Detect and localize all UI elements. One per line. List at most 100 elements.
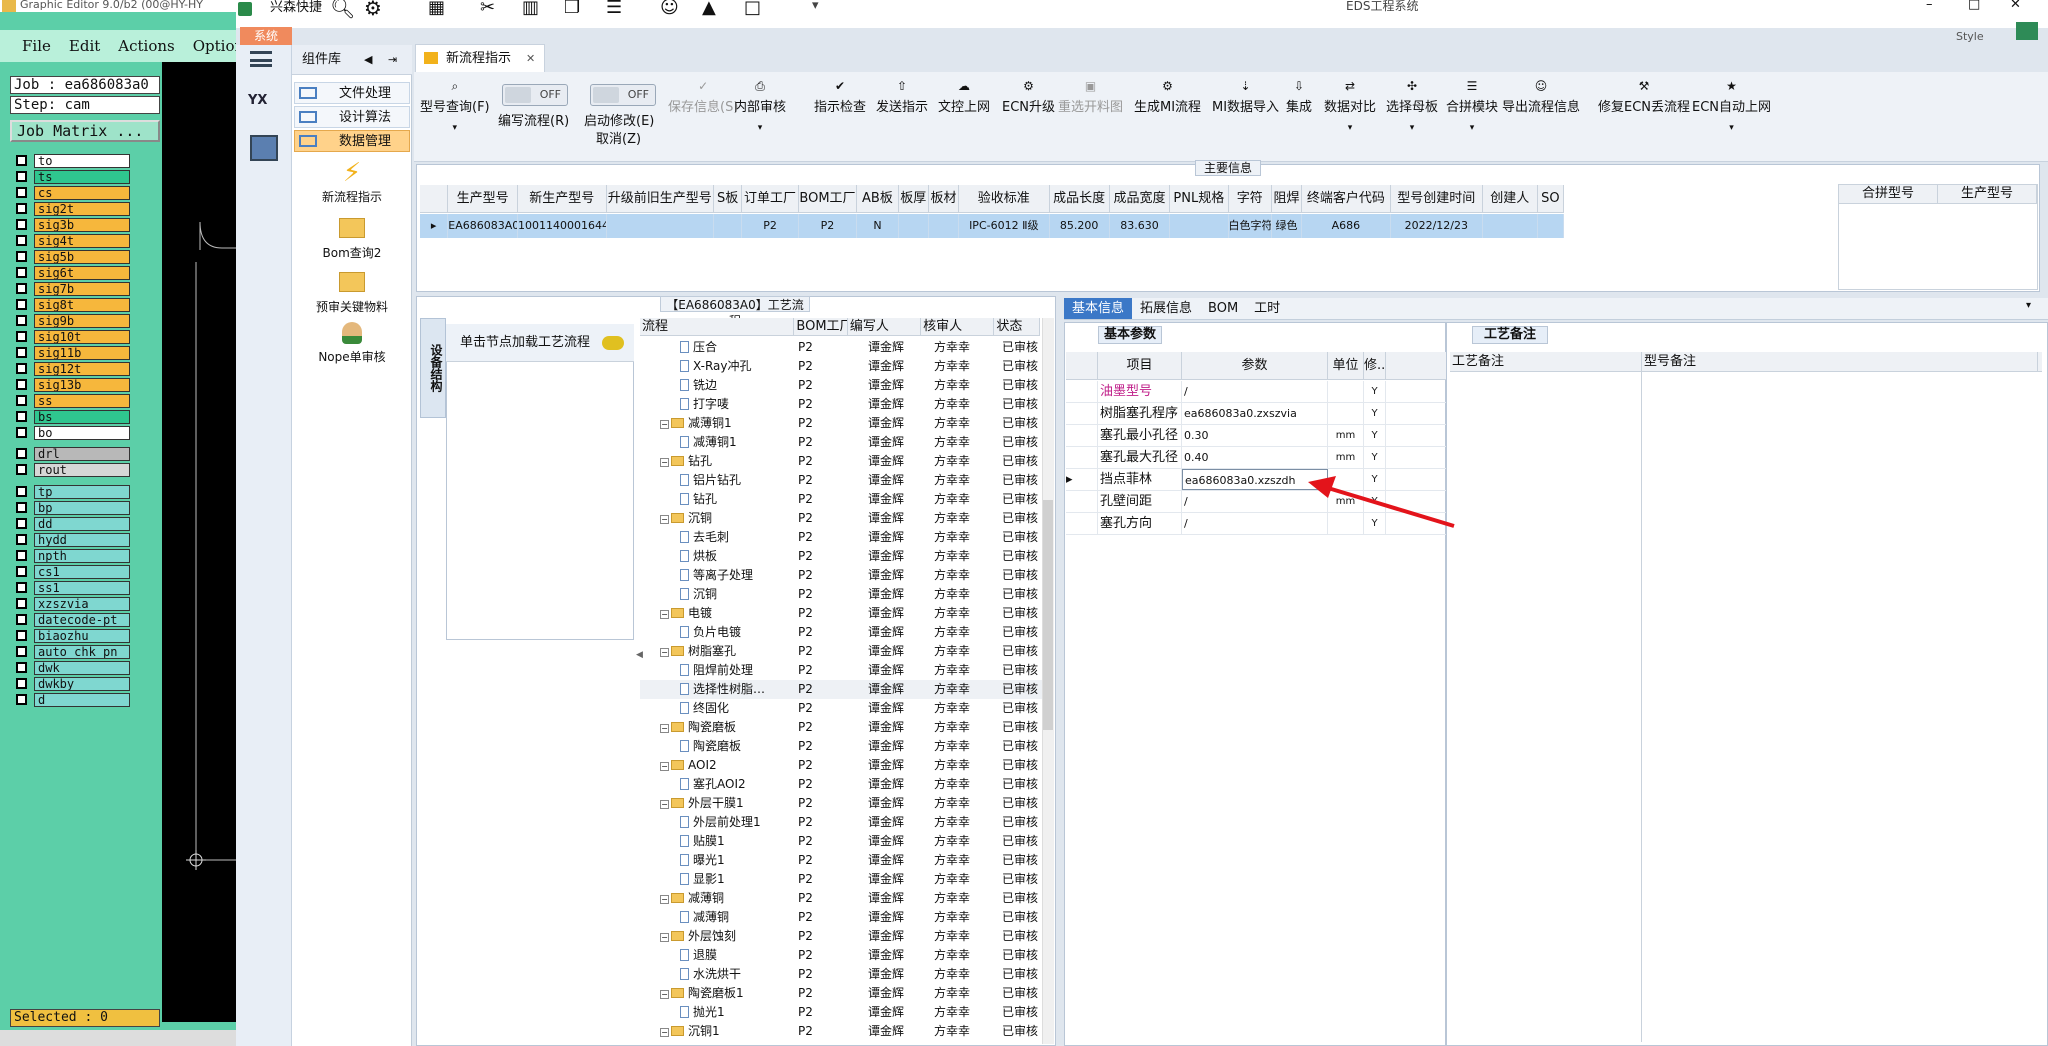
tree-column-header[interactable]: 编写人 [848, 318, 922, 335]
layer-row[interactable]: sig10t [16, 329, 130, 344]
layer-row[interactable]: dd [16, 516, 130, 531]
tree-row[interactable]: 陶瓷磨板 P2 谭金辉 方幸幸 已审核 [640, 737, 1044, 756]
info-tab-dropdown-icon[interactable]: ▾ [2026, 300, 2031, 311]
tree-row[interactable]: 压合 P2 谭金辉 方幸幸 已审核 [640, 338, 1044, 357]
repair-ecn-flow-button[interactable]: ⚒ 修复ECN丢流程 [1598, 80, 1690, 115]
search-icon[interactable]: 🔍︎ [330, 0, 355, 18]
grid-cell[interactable]: P2 [799, 214, 858, 238]
layer-checkbox[interactable] [16, 235, 27, 246]
layer-checkbox[interactable] [16, 267, 27, 278]
reselect-cut-map-button[interactable]: ▣ 重选开料图 [1058, 80, 1123, 115]
layer-name[interactable]: sig12t [34, 361, 130, 376]
tab-new-flow[interactable]: 新流程指示 ✕ [415, 44, 545, 72]
tree-column-header[interactable]: BOM工厂 [794, 318, 848, 335]
grid-cell[interactable]: 绿色 [1272, 214, 1303, 238]
layer-checkbox[interactable] [16, 448, 27, 459]
tree-node[interactable]: 减薄铜1 [640, 433, 796, 452]
tree-row[interactable]: 打字唛 P2 谭金辉 方幸幸 已审核 [640, 395, 1044, 414]
craft-note-column[interactable] [1450, 372, 1642, 1042]
layer-row[interactable]: sig9b [16, 313, 130, 328]
layer-checkbox[interactable] [16, 219, 27, 230]
tree-row[interactable]: 曝光1 P2 谭金辉 方幸幸 已审核 [640, 851, 1044, 870]
tree-row[interactable]: 显影1 P2 谭金辉 方幸幸 已审核 [640, 870, 1044, 889]
param-cell-value[interactable]: 0.30 [1182, 425, 1328, 446]
layer-name[interactable]: sig2t [34, 201, 130, 216]
tree-node[interactable]: − AOI2 [640, 756, 796, 775]
tree-node[interactable]: − 外层干膜1 [640, 794, 796, 813]
layer-name[interactable]: bo [34, 425, 130, 440]
grid-column-header[interactable]: 阻焊 [1272, 185, 1303, 212]
layer-name[interactable]: xzszvia [34, 596, 130, 611]
ecn-auto-online-button[interactable]: ★ ECN自动上网 ▾ [1692, 80, 1771, 133]
layer-name[interactable]: d [34, 692, 130, 707]
layer-row[interactable]: sig2t [16, 201, 130, 216]
layer-name[interactable]: biaozhu [34, 628, 130, 643]
layer-name[interactable]: auto_chk_pn [34, 644, 130, 659]
grid-column-header[interactable]: 成品宽度 [1110, 185, 1171, 212]
layer-checkbox[interactable] [16, 678, 27, 689]
grid-cell[interactable] [1483, 214, 1538, 238]
grid-cell[interactable]: N [857, 214, 899, 238]
excel-icon[interactable] [2016, 22, 2038, 40]
graphic-canvas[interactable] [162, 62, 236, 1022]
copy-icon[interactable]: ❐ [564, 0, 580, 17]
tree-node[interactable]: − 陶瓷磨板 [640, 718, 796, 737]
grid-column-header[interactable]: PNL规格 [1170, 185, 1229, 212]
tree-row[interactable]: − AOI2 P2 谭金辉 方幸幸 已审核 [640, 756, 1044, 775]
collapse-icon[interactable]: − [660, 610, 669, 619]
tree-node[interactable]: 抛光1 [640, 1003, 796, 1022]
tree-row[interactable]: 水洗烘干 P2 谭金辉 方幸幸 已审核 [640, 965, 1044, 984]
layer-checkbox[interactable] [16, 315, 27, 326]
layer-row[interactable]: dwk [16, 660, 130, 675]
tree-node[interactable]: 等离子处理 [640, 566, 796, 585]
save-info-button[interactable]: ✓ 保存信息(S) [668, 80, 738, 115]
tree-row[interactable]: − 陶瓷磨板1 P2 谭金辉 方幸幸 已审核 [640, 984, 1044, 1003]
tree-row[interactable]: − 外层干膜1 P2 谭金辉 方幸幸 已审核 [640, 794, 1044, 813]
layer-checkbox[interactable] [16, 486, 27, 497]
ecn-upgrade-button[interactable]: ⚙ ECN升级 [1002, 80, 1055, 115]
param-row[interactable]: 塞孔最大孔径 0.40 mm Y [1066, 447, 1446, 469]
layer-name[interactable]: sig5b [34, 249, 130, 264]
param-column-header[interactable]: 单位 [1328, 352, 1364, 379]
tree-node[interactable]: 塞孔AOI2 [640, 775, 796, 794]
tree-node[interactable]: 铝片钻孔 [640, 471, 796, 490]
grid-cell[interactable]: IPC-6012 Ⅱ级 [959, 214, 1050, 238]
layer-row[interactable]: sig6t [16, 265, 130, 280]
layer-name[interactable]: ss1 [34, 580, 130, 595]
grid-cell[interactable]: 83.630 [1110, 214, 1171, 238]
layer-name[interactable]: dd [34, 516, 130, 531]
tree-row[interactable]: 贴膜1 P2 谭金辉 方幸幸 已审核 [640, 832, 1044, 851]
layer-checkbox[interactable] [16, 395, 27, 406]
main-grid-row[interactable]: ▸ EA686083A0 10011400016442 P2 P2 N IPC-6012 Ⅱ… [420, 214, 1565, 238]
layer-checkbox[interactable] [16, 662, 27, 673]
layer-checkbox[interactable] [16, 427, 27, 438]
merge-column-header[interactable]: 生产型号 [1938, 185, 2037, 203]
layer-checkbox[interactable] [16, 251, 27, 262]
tab-basic-info[interactable]: 基本信息 [1064, 298, 1133, 319]
layer-checkbox[interactable] [16, 283, 27, 294]
layer-row[interactable]: xzszvia [16, 596, 130, 611]
tree-row[interactable]: 终固化 P2 谭金辉 方幸幸 已审核 [640, 699, 1044, 718]
tree-column-header[interactable]: 流程 [640, 318, 795, 335]
grid-column-header[interactable]: 生产型号 [448, 185, 519, 212]
layer-checkbox[interactable] [16, 550, 27, 561]
tree-node[interactable]: 曝光1 [640, 851, 796, 870]
menu-edit[interactable]: Edit [69, 37, 100, 55]
layer-name[interactable]: datecode-pt [34, 612, 130, 627]
grid-cell[interactable]: EA686083A0 [448, 214, 519, 238]
layer-row[interactable]: datecode-pt [16, 612, 130, 627]
tree-node[interactable]: − 减薄铜1 [640, 414, 796, 433]
tree-node[interactable]: 钻孔 [640, 490, 796, 509]
layer-name[interactable]: sig9b [34, 313, 130, 328]
tree-node[interactable]: − 沉铜1 [640, 1022, 796, 1041]
layer-row[interactable]: auto_chk_pn [16, 644, 130, 659]
layer-checkbox[interactable] [16, 582, 27, 593]
collapse-icon[interactable]: − [660, 990, 669, 999]
tree-node[interactable]: 烘板 [640, 547, 796, 566]
layer-row[interactable]: cs [16, 185, 130, 200]
layer-checkbox[interactable] [16, 155, 27, 166]
grid-cell[interactable] [714, 214, 743, 238]
grid-column-header[interactable]: 升级前旧生产型号 [607, 185, 714, 212]
send-instruction-button[interactable]: ⇧ 发送指示 [876, 80, 928, 115]
tree-row[interactable]: 沉铜 P2 谭金辉 方幸幸 已审核 [640, 585, 1044, 604]
